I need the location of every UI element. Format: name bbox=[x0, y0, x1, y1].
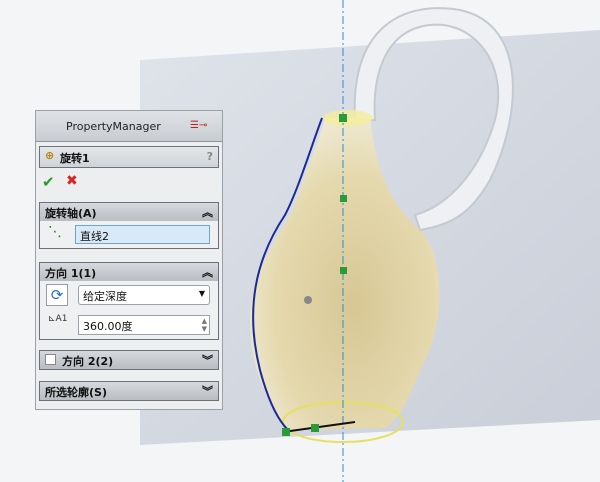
sketch-point bbox=[340, 195, 347, 202]
axis-section-label: 旋转轴(A) bbox=[45, 207, 97, 220]
axis-section-body: ⋱ 直线2 bbox=[39, 221, 219, 249]
angle-input[interactable]: 360.00度 ▲ ▼ bbox=[78, 315, 210, 335]
help-icon[interactable]: ? bbox=[207, 150, 213, 163]
feature-title: 旋转1 bbox=[60, 152, 90, 165]
contours-label: 所选轮廓(S) bbox=[45, 386, 107, 399]
reverse-direction-icon[interactable]: ⟳ bbox=[46, 284, 68, 306]
sketch-point bbox=[340, 267, 347, 274]
feature-title-bar: ⊕ 旋转1 ? bbox=[39, 146, 219, 168]
axis-input[interactable]: 直线2 bbox=[75, 225, 210, 244]
direction1-body: ⟳ 给定深度 ▼ ⊾A1 360.00度 ▲ ▼ bbox=[39, 281, 219, 340]
direction2-label: 方向 2(2) bbox=[62, 355, 114, 368]
expand-icon[interactable]: ︾ bbox=[202, 352, 213, 368]
contours-header[interactable]: 所选轮廓(S) ︾ bbox=[39, 381, 219, 401]
line-icon: ⋱ bbox=[48, 224, 62, 240]
angle-value: 360.00度 bbox=[83, 320, 133, 333]
revolve-icon: ⊕ bbox=[45, 149, 55, 162]
property-manager-title: PropertyManager bbox=[66, 120, 161, 133]
angle-icon: ⊾A1 bbox=[48, 314, 68, 324]
direction2-header[interactable]: 方向 2(2) ︾ bbox=[39, 350, 219, 370]
expand-icon[interactable]: ︾ bbox=[202, 383, 213, 399]
end-condition-value: 给定深度 bbox=[83, 290, 127, 303]
cancel-button[interactable]: ✖ bbox=[66, 173, 78, 189]
direction1-header[interactable]: 方向 1(1) ︽ bbox=[39, 262, 219, 282]
property-manager-header: PropertyManager ☰⊸ bbox=[36, 111, 222, 142]
collapse-icon[interactable]: ︽ bbox=[202, 264, 213, 280]
sketch-point bbox=[282, 428, 290, 436]
sketch-point bbox=[311, 424, 319, 432]
direction2-checkbox[interactable] bbox=[45, 354, 56, 365]
spinner-icon[interactable]: ▲ ▼ bbox=[202, 317, 207, 333]
top-ellipse bbox=[323, 110, 373, 126]
ok-button[interactable]: ✔ bbox=[42, 173, 55, 191]
direction1-label: 方向 1(1) bbox=[45, 267, 97, 280]
sketch-point bbox=[339, 114, 347, 122]
end-condition-select[interactable]: 给定深度 ▼ bbox=[78, 285, 210, 305]
property-manager: PropertyManager ☰⊸ ⊕ 旋转1 ? ✔ ✖ 旋转轴(A) ︽ … bbox=[35, 110, 223, 410]
center-point bbox=[304, 296, 312, 304]
axis-section-header[interactable]: 旋转轴(A) ︽ bbox=[39, 202, 219, 222]
pin-icon[interactable]: ☰⊸ bbox=[190, 120, 216, 132]
chevron-down-icon: ▼ bbox=[198, 289, 205, 298]
collapse-icon[interactable]: ︽ bbox=[202, 204, 213, 220]
